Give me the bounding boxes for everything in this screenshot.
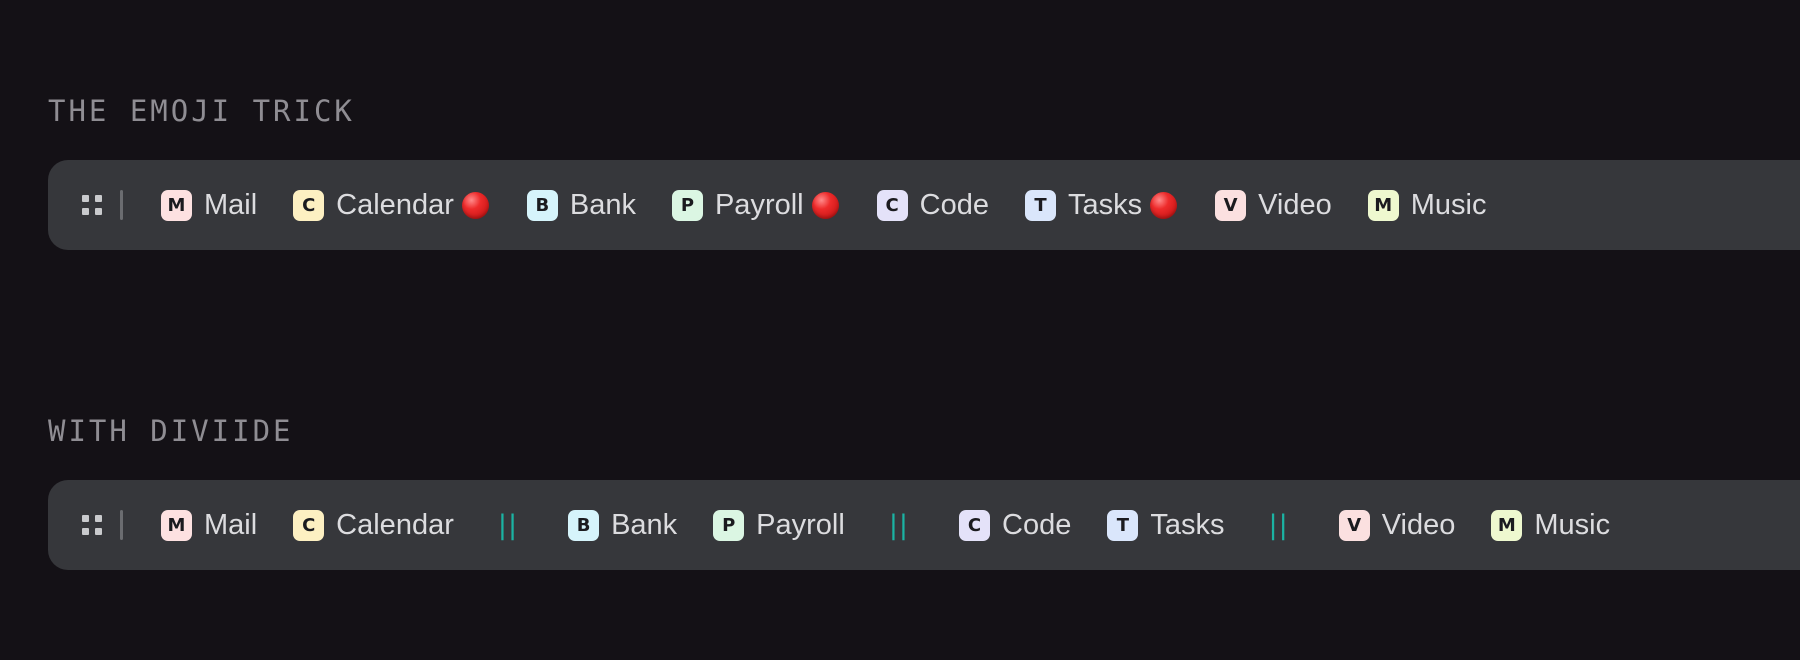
app-label: Video: [1381, 508, 1456, 541]
app-badge-icon: M: [1367, 189, 1399, 221]
app-item-mail[interactable]: M Mail: [161, 509, 257, 542]
app-item-calendar[interactable]: C Calendar: [293, 509, 454, 542]
app-label: Code: [1002, 508, 1072, 541]
group-divider: ||: [497, 509, 519, 541]
app-badge-icon: P: [713, 509, 745, 541]
app-item-code[interactable]: C Code: [959, 509, 1071, 542]
app-item-video[interactable]: V Video: [1215, 189, 1332, 222]
app-badge-icon: B: [568, 509, 600, 541]
vertical-divider: [120, 190, 123, 220]
app-badge-icon: M: [161, 509, 192, 541]
app-item-music[interactable]: M Music: [1367, 188, 1487, 222]
app-badge-icon: M: [161, 189, 192, 221]
group-divider: ||: [1268, 509, 1289, 541]
app-label: Calendar: [336, 508, 454, 541]
app-item-code[interactable]: C Code: [876, 188, 989, 222]
app-label: Tasks: [1067, 188, 1143, 221]
toolbar-with-divide: M Mail C Calendar || B Bank P Payroll || C Code T Tas…: [48, 480, 1800, 570]
app-list: M Mail C Calendar B Bank P Payroll C Code T Tasks V V…: [161, 189, 1522, 222]
app-item-mail[interactable]: M Mail: [161, 189, 257, 222]
app-label: Code: [919, 188, 989, 221]
section-title-emoji-trick: THE EMOJI TRICK: [48, 94, 355, 128]
app-badge-icon: C: [293, 509, 325, 541]
app-item-payroll[interactable]: P Payroll: [671, 188, 839, 222]
app-label: Bank: [569, 188, 636, 221]
toolbar-emoji-trick: M Mail C Calendar B Bank P Payroll C Code T Tasks V V…: [48, 160, 1800, 250]
app-item-bank[interactable]: B Bank: [526, 188, 636, 222]
section-title-with-divide: WITH DIVIIDE: [48, 414, 294, 448]
app-label: Calendar: [336, 188, 454, 221]
app-badge-icon: C: [876, 189, 908, 221]
vertical-divider: [120, 510, 123, 540]
app-label: Video: [1258, 188, 1332, 221]
app-badge-icon: V: [1338, 509, 1370, 541]
app-label: Mail: [204, 508, 258, 541]
grip-icon[interactable]: [82, 195, 102, 215]
app-list: M Mail C Calendar || B Bank P Payroll || C Code T Tas…: [161, 509, 1646, 542]
group-divider: ||: [888, 509, 910, 541]
app-badge-icon: M: [1491, 509, 1523, 541]
app-badge-icon: B: [526, 189, 558, 221]
app-item-video[interactable]: V Video: [1338, 508, 1456, 542]
app-label: Mail: [204, 188, 258, 221]
app-badge-icon: C: [959, 509, 991, 541]
app-label: Payroll: [714, 188, 804, 221]
app-label: Bank: [611, 508, 678, 541]
red-circle-icon: [461, 191, 489, 219]
app-badge-icon: T: [1107, 509, 1139, 541]
app-item-calendar[interactable]: C Calendar: [293, 188, 489, 222]
app-badge-icon: P: [671, 189, 703, 221]
app-item-bank[interactable]: B Bank: [568, 509, 677, 542]
app-item-tasks[interactable]: T Tasks: [1024, 188, 1178, 222]
app-badge-icon: V: [1215, 189, 1247, 221]
app-item-payroll[interactable]: P Payroll: [713, 509, 845, 542]
app-item-music[interactable]: M Music: [1491, 509, 1610, 542]
red-circle-icon: [1150, 191, 1178, 219]
red-circle-icon: [811, 191, 839, 219]
app-label: Music: [1534, 508, 1611, 541]
app-label: Payroll: [756, 508, 845, 541]
app-badge-icon: C: [293, 189, 325, 221]
app-label: Music: [1410, 188, 1487, 221]
app-label: Tasks: [1150, 508, 1225, 541]
grip-icon[interactable]: [82, 515, 102, 535]
app-item-tasks[interactable]: T Tasks: [1107, 508, 1225, 542]
app-badge-icon: T: [1024, 189, 1056, 221]
